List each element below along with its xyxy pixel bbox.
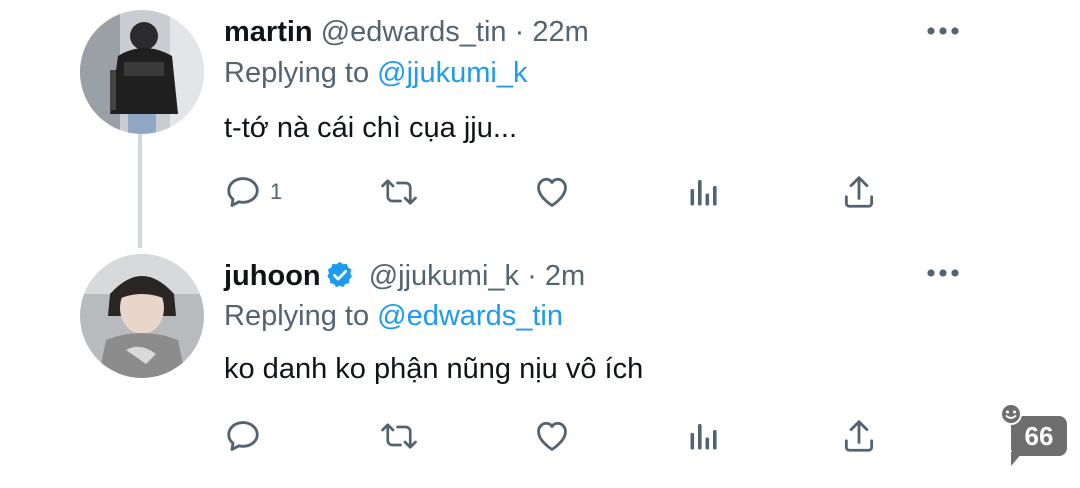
timestamp[interactable]: 22m [532,16,588,48]
share-button[interactable] [840,414,878,458]
mention-link[interactable]: @jjukumi_k [377,57,527,89]
reply-button[interactable] [224,414,270,458]
views-icon [686,173,722,211]
views-icon [686,417,722,455]
share-icon [840,417,878,455]
tweet[interactable]: juhoon @jjukumi_k · 2m Replying to @edwa… [0,248,1080,488]
replying-to-line: Replying to @edwards_tin [224,298,563,334]
display-name[interactable]: martin [224,16,313,48]
avatar-photo [80,10,204,134]
replying-to-line: Replying to @jjukumi_k [224,55,527,91]
avatar[interactable] [80,10,204,134]
like-icon [532,173,572,211]
action-bar [0,414,1080,458]
reply-icon [224,417,262,455]
replying-prefix: Replying to [224,57,370,89]
user-handle[interactable]: @jjukumi_k [369,260,519,292]
reply-button[interactable]: 1 [224,170,282,214]
tweet-header: martin @edwards_tin · 22m [224,14,589,50]
share-icon [840,173,878,211]
smile-icon [999,402,1023,426]
reply-icon [224,173,262,211]
user-handle[interactable]: @edwards_tin [321,16,507,48]
verified-badge-icon [325,260,355,290]
tweet[interactable]: martin @edwards_tin · 22m Replying to @j… [0,0,1080,240]
separator: · [527,260,537,292]
views-button[interactable] [686,414,722,458]
like-button[interactable] [532,414,572,458]
tweet-text: t-tớ nà cái chì cụa jju... [224,112,518,144]
action-bar: 1 [0,170,1080,214]
reply-count: 1 [270,179,283,204]
tweet-header: juhoon @jjukumi_k · 2m [224,258,585,294]
timestamp[interactable]: 2m [545,260,585,292]
replying-prefix: Replying to [224,300,370,332]
like-icon [532,417,572,455]
share-button[interactable] [840,170,878,214]
more-icon[interactable] [926,24,960,38]
views-button[interactable] [686,170,722,214]
display-name[interactable]: juhoon [224,260,321,292]
retweet-button[interactable] [378,170,420,214]
retweet-icon [378,417,420,455]
avatar[interactable] [80,254,204,378]
retweet-icon [378,173,420,211]
tweet-text: ko danh ko phận nũng nịu vô ích [224,353,644,385]
more-icon[interactable] [926,266,960,280]
avatar-photo [80,254,204,378]
like-button[interactable] [532,170,572,214]
retweet-button[interactable] [378,414,420,458]
floating-count-badge[interactable]: 66 [997,402,1073,468]
separator: · [514,16,525,48]
mention-link[interactable]: @edwards_tin [377,300,563,332]
